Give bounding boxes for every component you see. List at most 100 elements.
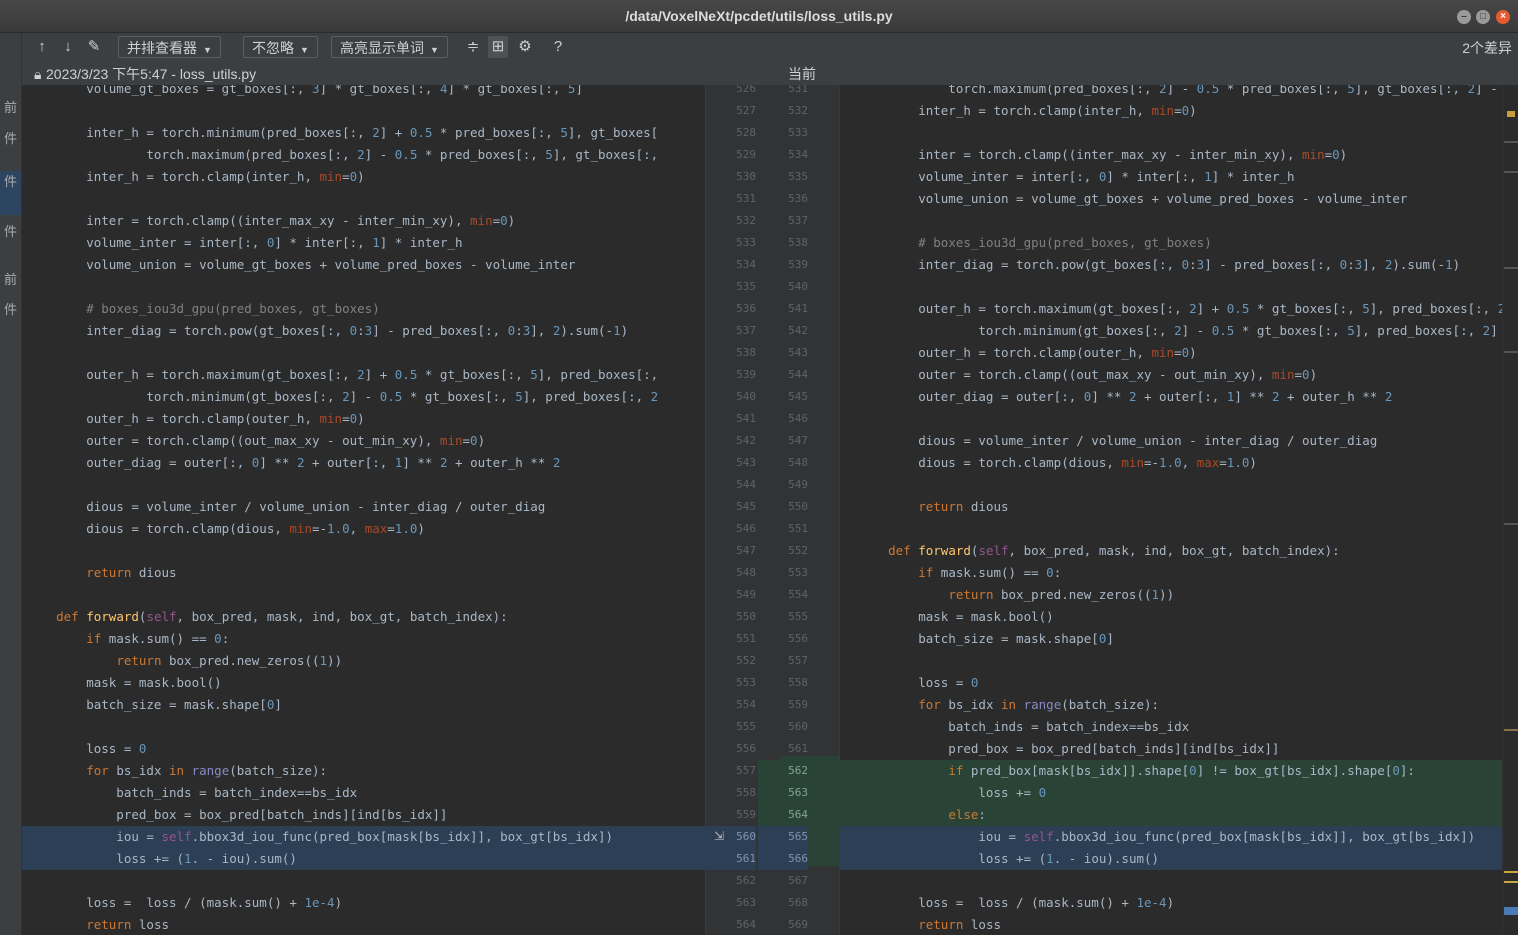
highlight-mode-combo[interactable]: 高亮显示单词 ▼: [331, 36, 448, 58]
right-code-line[interactable]: outer_h = torch.clamp(outer_h, min=0): [840, 342, 1502, 364]
left-code-line[interactable]: [22, 100, 705, 122]
right-code-line[interactable]: torch.maximum(pred_boxes[:, 2] - 0.5 * p…: [840, 85, 1502, 100]
right-code-line[interactable]: inter_diag = torch.pow(gt_boxes[:, 0:3] …: [840, 254, 1502, 276]
right-code-line[interactable]: outer_h = torch.maximum(gt_boxes[:, 2] +…: [840, 298, 1502, 320]
left-code-line[interactable]: [22, 540, 705, 562]
left-code-line[interactable]: pred_box = box_pred[batch_inds][ind[bs_i…: [22, 804, 705, 826]
right-code-line[interactable]: def forward(self, box_pred, mask, ind, b…: [840, 540, 1502, 562]
right-code-line[interactable]: dious = volume_inter / volume_union - in…: [840, 430, 1502, 452]
right-editor[interactable]: torch.maximum(pred_boxes[:, 2] - 0.5 * p…: [840, 85, 1502, 935]
left-code-line[interactable]: loss = 0: [22, 738, 705, 760]
right-code-line[interactable]: dious = torch.clamp(dious, min=-1.0, max…: [840, 452, 1502, 474]
left-code-line[interactable]: return dious: [22, 562, 705, 584]
left-code-line[interactable]: return loss: [22, 914, 705, 935]
right-code-line[interactable]: [840, 276, 1502, 298]
left-code-line[interactable]: outer = torch.clamp((out_max_xy - out_mi…: [22, 430, 705, 452]
right-code-line[interactable]: iou = self.bbox3d_iou_func(pred_box[mask…: [840, 826, 1502, 848]
left-code-line[interactable]: if mask.sum() == 0:: [22, 628, 705, 650]
right-code-line[interactable]: volume_union = volume_gt_boxes + volume_…: [840, 188, 1502, 210]
left-code-line[interactable]: torch.maximum(pred_boxes[:, 2] - 0.5 * p…: [22, 144, 705, 166]
minimize-button[interactable]: –: [1457, 10, 1471, 24]
strip-item-active[interactable]: 件: [0, 171, 21, 215]
left-code-line[interactable]: loss = loss / (mask.sum() + 1e-4): [22, 892, 705, 914]
strip-item[interactable]: 前: [0, 97, 21, 116]
next-difference-icon[interactable]: ↓: [58, 36, 78, 58]
right-code-line[interactable]: if mask.sum() == 0:: [840, 562, 1502, 584]
right-code-line[interactable]: if pred_box[mask[bs_idx]].shape[0] != bo…: [840, 760, 1502, 782]
error-stripe[interactable]: [1502, 85, 1518, 935]
left-code-line[interactable]: mask = mask.bool(): [22, 672, 705, 694]
right-code-line[interactable]: mask = mask.bool(): [840, 606, 1502, 628]
left-code-line[interactable]: [22, 342, 705, 364]
right-code-line[interactable]: for bs_idx in range(batch_size):: [840, 694, 1502, 716]
left-code-line[interactable]: torch.minimum(gt_boxes[:, 2] - 0.5 * gt_…: [22, 386, 705, 408]
right-code-line[interactable]: pred_box = box_pred[batch_inds][ind[bs_i…: [840, 738, 1502, 760]
whitespace-ignore-combo[interactable]: 不忽略 ▼: [243, 36, 318, 58]
strip-item[interactable]: 件: [0, 299, 21, 318]
left-code-line[interactable]: batch_size = mask.shape[0]: [22, 694, 705, 716]
left-code-line[interactable]: [22, 870, 705, 892]
left-code-line[interactable]: loss += (1. - iou).sum(): [22, 848, 705, 870]
left-code-line[interactable]: [22, 276, 705, 298]
right-code-line[interactable]: batch_size = mask.shape[0]: [840, 628, 1502, 650]
right-code-line[interactable]: [840, 408, 1502, 430]
right-code-line[interactable]: loss = loss / (mask.sum() + 1e-4): [840, 892, 1502, 914]
left-code-line[interactable]: [22, 188, 705, 210]
edit-source-icon[interactable]: ✎: [84, 36, 104, 58]
strip-item[interactable]: 前: [0, 269, 21, 288]
right-code-line[interactable]: return dious: [840, 496, 1502, 518]
left-code-line[interactable]: outer_h = torch.maximum(gt_boxes[:, 2] +…: [22, 364, 705, 386]
left-code-line[interactable]: [22, 474, 705, 496]
left-code-line[interactable]: volume_gt_boxes = gt_boxes[:, 3] * gt_bo…: [22, 85, 705, 100]
right-code-line[interactable]: inter_h = torch.clamp(inter_h, min=0): [840, 100, 1502, 122]
right-code-line[interactable]: [840, 474, 1502, 496]
left-code-line[interactable]: inter_h = torch.clamp(inter_h, min=0): [22, 166, 705, 188]
left-code-line[interactable]: for bs_idx in range(batch_size):: [22, 760, 705, 782]
close-button[interactable]: ×: [1496, 10, 1510, 24]
help-button[interactable]: ?: [548, 36, 568, 58]
right-code-line[interactable]: outer = torch.clamp((out_max_xy - out_mi…: [840, 364, 1502, 386]
viewer-mode-combo[interactable]: 并排查看器 ▼: [118, 36, 221, 58]
left-code-line[interactable]: return box_pred.new_zeros((1)): [22, 650, 705, 672]
left-code-line[interactable]: inter = torch.clamp((inter_max_xy - inte…: [22, 210, 705, 232]
left-editor[interactable]: volume_gt_boxes = gt_boxes[:, 3] * gt_bo…: [22, 85, 705, 935]
right-code-line[interactable]: [840, 122, 1502, 144]
right-code-line[interactable]: [840, 870, 1502, 892]
collapse-unchanged-icon[interactable]: ≑: [463, 36, 483, 58]
previous-difference-icon[interactable]: ↑: [32, 36, 52, 58]
sync-scroll-icon[interactable]: ⊞: [488, 36, 508, 58]
left-code-line[interactable]: [22, 716, 705, 738]
left-code-line[interactable]: batch_inds = batch_index==bs_idx: [22, 782, 705, 804]
right-code-line[interactable]: outer_diag = outer[:, 0] ** 2 + outer[:,…: [840, 386, 1502, 408]
apply-change-icon[interactable]: ⇲: [714, 829, 724, 843]
right-code-line[interactable]: # boxes_iou3d_gpu(pred_boxes, gt_boxes): [840, 232, 1502, 254]
right-code-line[interactable]: [840, 650, 1502, 672]
settings-gear-icon[interactable]: ⚙: [515, 36, 535, 58]
left-code-line[interactable]: volume_inter = inter[:, 0] * inter[:, 1]…: [22, 232, 705, 254]
right-code-line[interactable]: loss += (1. - iou).sum(): [840, 848, 1502, 870]
left-code-line[interactable]: # boxes_iou3d_gpu(pred_boxes, gt_boxes): [22, 298, 705, 320]
left-code-line[interactable]: volume_union = volume_gt_boxes + volume_…: [22, 254, 705, 276]
right-code-line[interactable]: batch_inds = batch_index==bs_idx: [840, 716, 1502, 738]
right-code-line[interactable]: return box_pred.new_zeros((1)): [840, 584, 1502, 606]
right-code-line[interactable]: torch.minimum(gt_boxes[:, 2] - 0.5 * gt_…: [840, 320, 1502, 342]
strip-item[interactable]: 件: [0, 221, 21, 240]
right-code-line[interactable]: return loss: [840, 914, 1502, 935]
strip-item[interactable]: 件: [0, 128, 21, 147]
right-code-line[interactable]: [840, 518, 1502, 540]
right-code-line[interactable]: volume_inter = inter[:, 0] * inter[:, 1]…: [840, 166, 1502, 188]
left-code-line[interactable]: dious = torch.clamp(dious, min=-1.0, max…: [22, 518, 705, 540]
left-code-line[interactable]: [22, 584, 705, 606]
warning-icon[interactable]: [1507, 111, 1515, 117]
right-code-line[interactable]: loss = 0: [840, 672, 1502, 694]
left-code-line[interactable]: def forward(self, box_pred, mask, ind, b…: [22, 606, 705, 628]
right-code-line[interactable]: [840, 210, 1502, 232]
right-code-line[interactable]: loss += 0: [840, 782, 1502, 804]
left-code-line[interactable]: iou = self.bbox3d_iou_func(pred_box[mask…: [22, 826, 705, 848]
maximize-button[interactable]: □: [1476, 10, 1490, 24]
left-code-line[interactable]: inter_diag = torch.pow(gt_boxes[:, 0:3] …: [22, 320, 705, 342]
left-code-line[interactable]: inter_h = torch.minimum(pred_boxes[:, 2]…: [22, 122, 705, 144]
right-code-line[interactable]: else:: [840, 804, 1502, 826]
left-code-line[interactable]: outer_diag = outer[:, 0] ** 2 + outer[:,…: [22, 452, 705, 474]
left-code-line[interactable]: outer_h = torch.clamp(outer_h, min=0): [22, 408, 705, 430]
